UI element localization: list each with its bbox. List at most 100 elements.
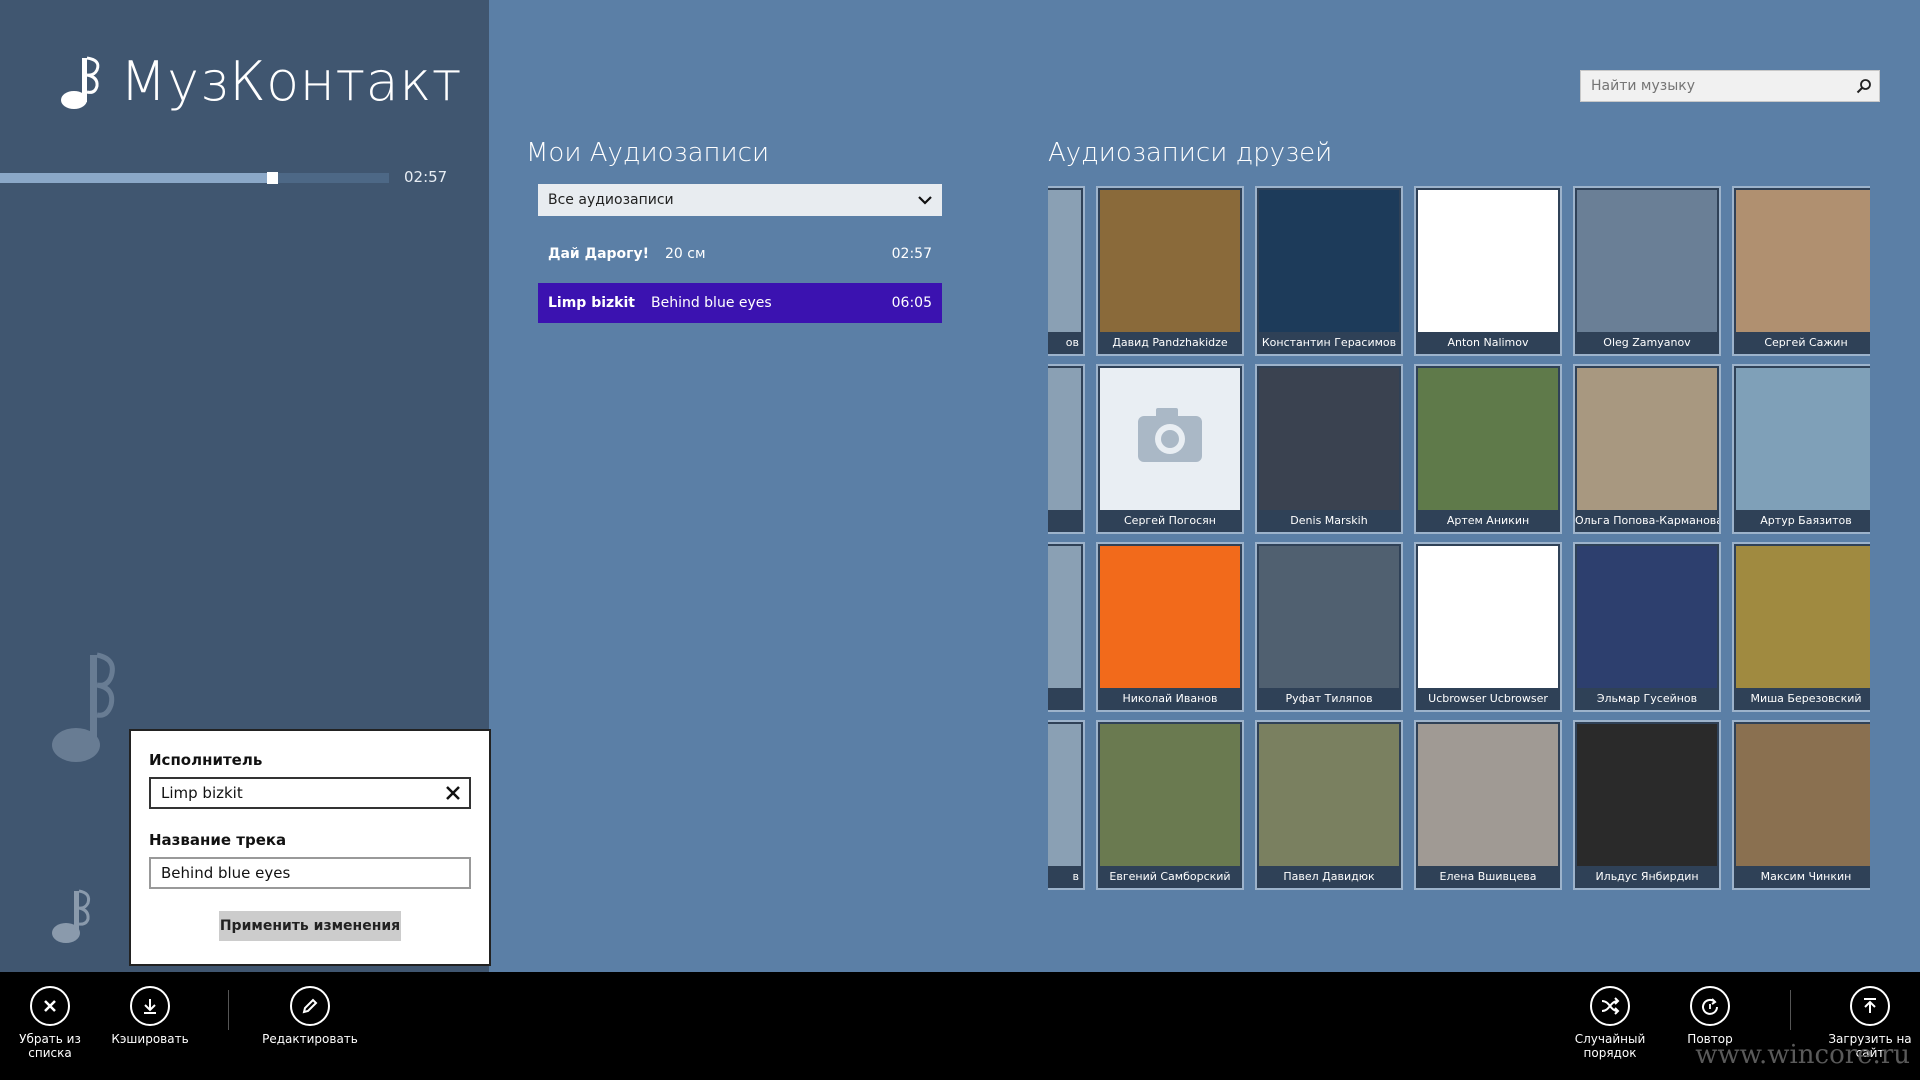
- track-artist: Limp bizkit: [548, 295, 635, 311]
- edit-button[interactable]: Редактировать: [260, 986, 360, 1046]
- chevron-down-icon: [918, 196, 932, 205]
- edit-label: Редактировать: [262, 1032, 358, 1046]
- track-title-input[interactable]: [151, 859, 469, 887]
- friend-tile[interactable]: Ucbrowser Ucbrowser: [1414, 542, 1562, 712]
- cache-button[interactable]: Кэшировать: [100, 986, 200, 1046]
- shuffle-button[interactable]: Случайный порядок: [1560, 986, 1660, 1060]
- friend-avatar: [1048, 724, 1081, 866]
- friend-tile-partial[interactable]: [1048, 364, 1085, 534]
- friend-name: Oleg Zamyanov: [1603, 336, 1691, 349]
- friend-avatar: [1259, 368, 1399, 510]
- playback-progress-bar[interactable]: [0, 172, 389, 184]
- audio-filter-dropdown[interactable]: Все аудиозаписи: [538, 184, 942, 216]
- friend-name: Константин Герасимов: [1261, 336, 1397, 349]
- decorative-note-icon: [52, 652, 115, 762]
- friend-tile[interactable]: Ольга Попова-Карманова: [1573, 364, 1721, 534]
- progress-thumb[interactable]: [267, 172, 279, 184]
- friend-avatar: [1100, 368, 1240, 510]
- friend-tile[interactable]: Oleg Zamyanov: [1573, 186, 1721, 356]
- friend-avatar: [1736, 368, 1870, 510]
- friend-avatar: [1048, 190, 1081, 332]
- apply-changes-button[interactable]: Применить изменения: [219, 911, 401, 941]
- decorative-note-small-icon: [52, 889, 91, 943]
- watermark: www.wincore.ru: [1695, 1040, 1910, 1070]
- track-title-field-wrapper: [149, 857, 471, 889]
- remove-from-list-button[interactable]: Убрать из списка: [0, 986, 100, 1060]
- app-logo: МузКонтакт: [60, 50, 462, 113]
- friend-tile[interactable]: Ильдус Янбирдин: [1573, 720, 1721, 890]
- friend-name: Ильдус Янбирдин: [1595, 870, 1699, 883]
- friend-tile[interactable]: Эльмар Гусейнов: [1573, 542, 1721, 712]
- repeat-one-icon: [1690, 986, 1730, 1026]
- friend-name: [1048, 510, 1083, 532]
- friend-tile[interactable]: Сергей Погосян: [1096, 364, 1244, 534]
- friend-tile[interactable]: Давид Pandzhakidze: [1096, 186, 1244, 356]
- friend-tile[interactable]: Максим Чинкин: [1732, 720, 1870, 890]
- app-title: МузКонтакт: [120, 50, 462, 113]
- friend-avatar: [1418, 368, 1558, 510]
- friend-avatar: [1577, 546, 1717, 688]
- friend-tile-partial[interactable]: в: [1048, 720, 1085, 890]
- friend-name: Павел Давидюк: [1283, 870, 1375, 883]
- track-title-label: Название трека: [149, 831, 287, 849]
- friend-tile[interactable]: Denis Marskih: [1255, 364, 1403, 534]
- app-bar: Убрать из списка Кэшировать Редактироват…: [0, 972, 1920, 1080]
- friend-name: [1048, 688, 1083, 710]
- friend-avatar: [1100, 724, 1240, 866]
- repeat-button[interactable]: Повтор: [1660, 986, 1760, 1046]
- friend-tile[interactable]: Елена Вшивцева: [1414, 720, 1562, 890]
- friend-avatar: [1736, 724, 1870, 866]
- friend-name: ов: [1065, 336, 1079, 349]
- friend-tile[interactable]: Павел Давидюк: [1255, 720, 1403, 890]
- friend-name: Давид Pandzhakidze: [1112, 336, 1228, 349]
- friend-tile-partial[interactable]: ов: [1048, 186, 1085, 356]
- upload-icon: [1850, 986, 1890, 1026]
- friend-avatar: [1577, 190, 1717, 332]
- friend-name: Ucbrowser Ucbrowser: [1428, 692, 1548, 705]
- friend-tile-partial[interactable]: [1048, 542, 1085, 712]
- friend-tile[interactable]: Артур Баязитов: [1732, 364, 1870, 534]
- track-row[interactable]: Дай Дарогу! 20 см 02:57: [538, 234, 942, 274]
- friend-avatar: [1577, 368, 1717, 510]
- friend-name: в: [1072, 870, 1079, 883]
- friend-avatar: [1418, 546, 1558, 688]
- shuffle-icon: [1590, 986, 1630, 1026]
- friend-tile[interactable]: Anton Nalimov: [1414, 186, 1562, 356]
- track-title: 20 см: [664, 246, 706, 262]
- friend-name: Артур Баязитов: [1760, 514, 1852, 527]
- friend-tile[interactable]: Миша Березовский: [1732, 542, 1870, 712]
- clear-icon[interactable]: [443, 783, 463, 803]
- friend-avatar: [1100, 546, 1240, 688]
- friend-avatar: [1418, 724, 1558, 866]
- friend-name: Ольга Попова-Карманова: [1575, 514, 1719, 527]
- search-icon[interactable]: [1849, 71, 1879, 101]
- friend-avatar: [1048, 546, 1081, 688]
- edit-track-panel: Исполнитель Название трека Применить изм…: [129, 729, 491, 966]
- friend-tile[interactable]: Николай Иванов: [1096, 542, 1244, 712]
- friend-name: Сергей Сажин: [1764, 336, 1848, 349]
- friends-grid: ов в Давид Pandzhakidze Константин Герасимо…: [1048, 186, 1870, 896]
- track-row-selected[interactable]: Limp bizkit Behind blue eyes 06:05: [538, 283, 942, 323]
- friend-tile[interactable]: Руфат Тиляпов: [1255, 542, 1403, 712]
- download-icon: [130, 986, 170, 1026]
- friend-name: Максим Чинкин: [1760, 870, 1852, 883]
- track-duration: 06:05: [891, 295, 932, 311]
- friend-tile[interactable]: Константин Герасимов: [1255, 186, 1403, 356]
- friend-name: Артем Аникин: [1446, 514, 1530, 527]
- friend-tile[interactable]: Сергей Сажин: [1732, 186, 1870, 356]
- artist-label: Исполнитель: [149, 751, 263, 769]
- friend-name: Anton Nalimov: [1447, 336, 1529, 349]
- friend-name: Николай Иванов: [1122, 692, 1218, 705]
- friend-name: Сергей Погосян: [1124, 514, 1216, 527]
- friend-avatar: [1259, 724, 1399, 866]
- my-audio-title: Мои Аудиозаписи: [526, 138, 770, 168]
- search-input[interactable]: [1581, 71, 1849, 101]
- friend-name: Эльмар Гусейнов: [1596, 692, 1698, 705]
- search-box: [1580, 70, 1880, 102]
- friend-tile[interactable]: Артем Аникин: [1414, 364, 1562, 534]
- friend-tile[interactable]: Евгений Самборский: [1096, 720, 1244, 890]
- audio-filter-value: Все аудиозаписи: [548, 192, 674, 208]
- artist-input[interactable]: [151, 779, 469, 807]
- friend-name: Елена Вшивцева: [1439, 870, 1537, 883]
- progress-fill: [0, 173, 273, 183]
